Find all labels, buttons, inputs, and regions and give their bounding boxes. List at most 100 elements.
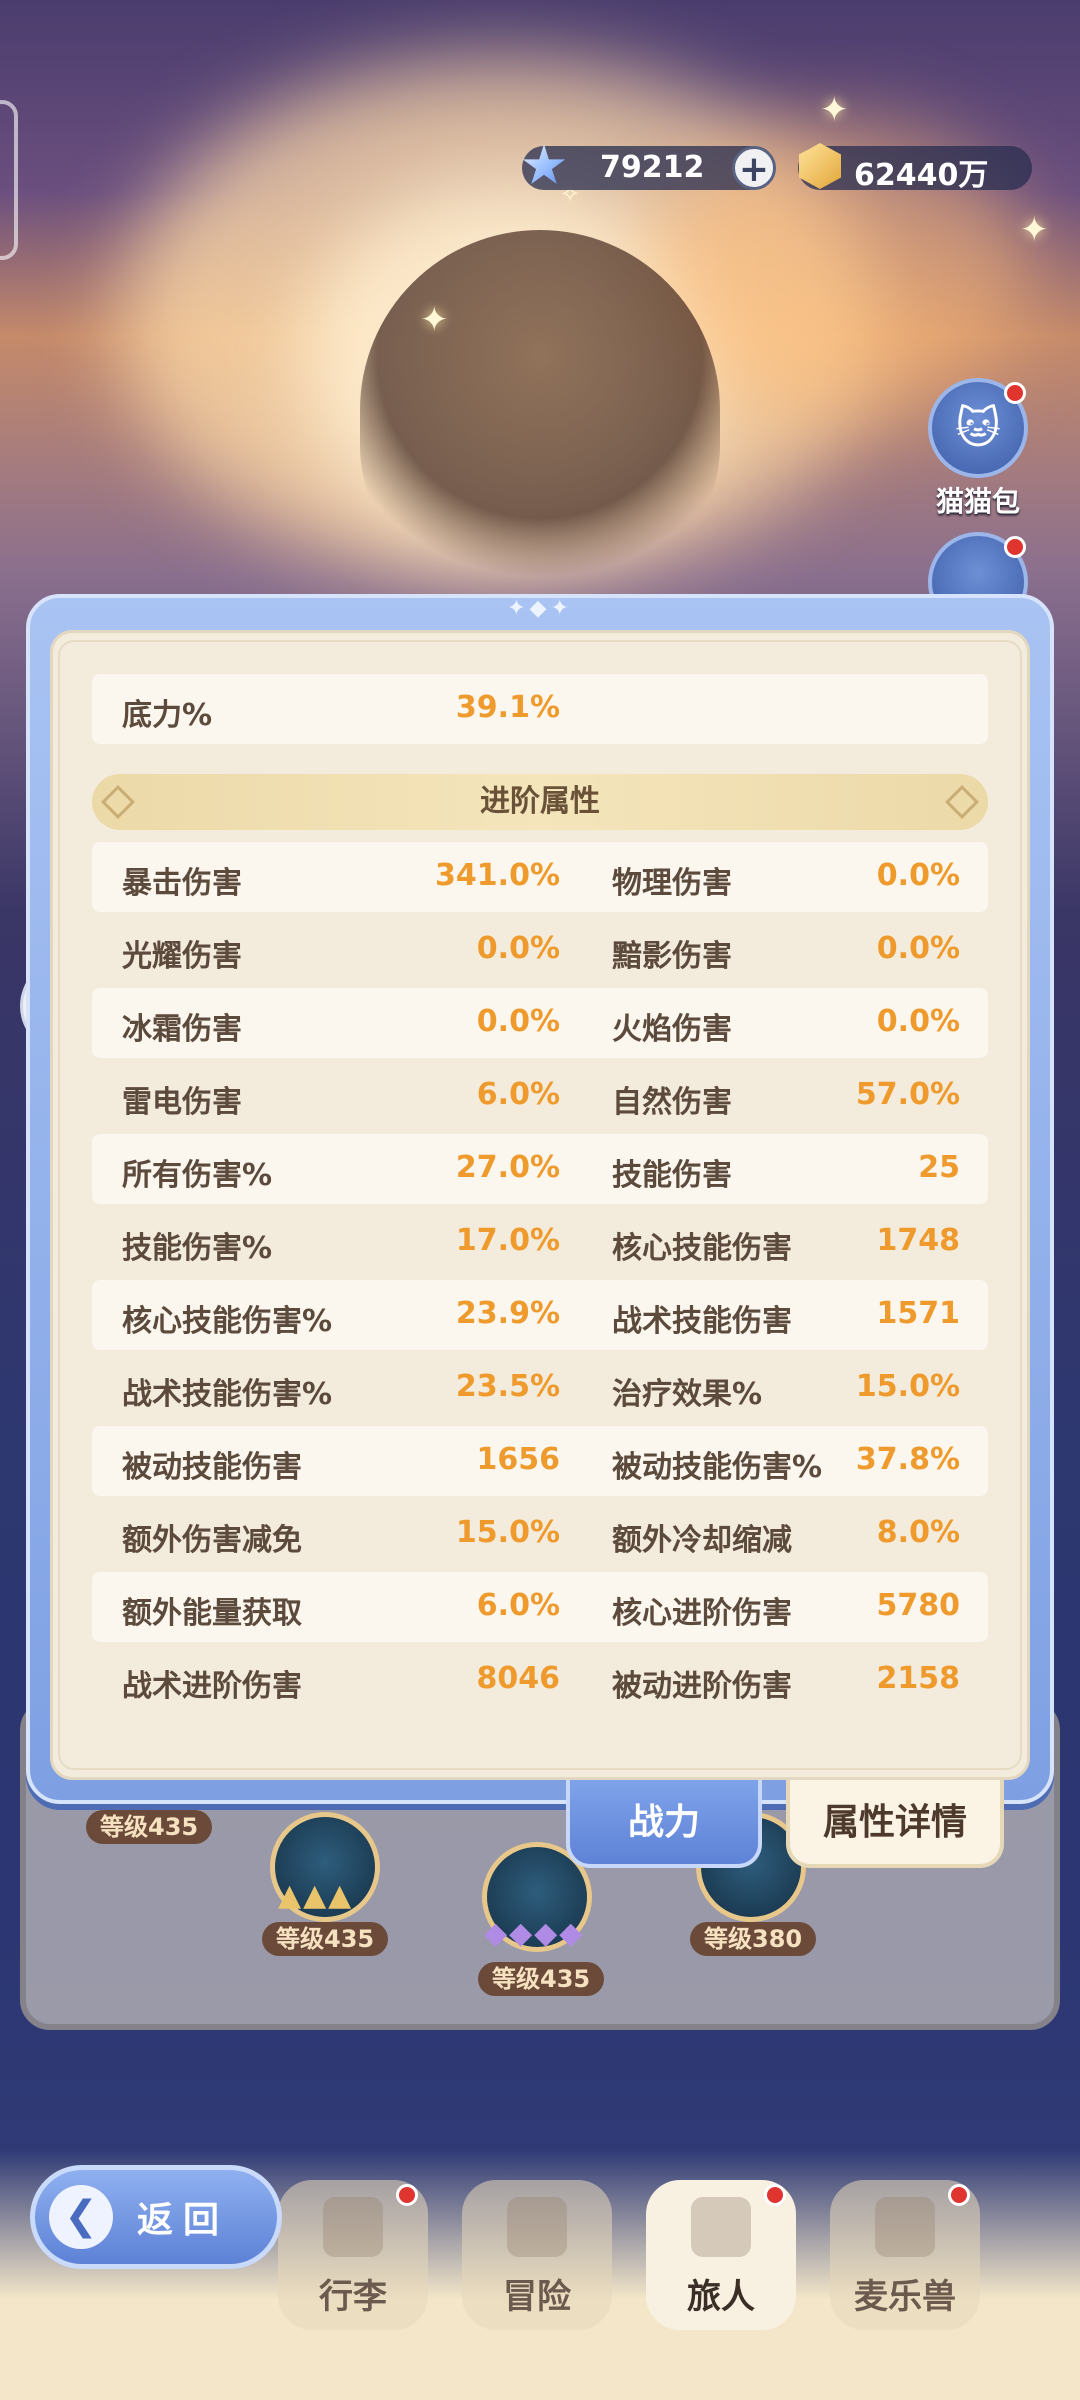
notification-dot: [1004, 382, 1026, 404]
cat-head-icon: [875, 2197, 935, 2257]
notification-dot: [764, 2184, 786, 2206]
star-rating: ◆◆◆◆: [484, 1916, 585, 1951]
stat-value: 6.0%: [476, 1077, 560, 1112]
stat-row: 雷电伤害 6.0% 自然伤害 57.0%: [92, 1061, 988, 1131]
stat-row: 额外能量获取 6.0% 核心进阶伤害 5780: [92, 1572, 988, 1642]
sparkle-icon: ✦: [1020, 210, 1049, 250]
stat-label: 所有伤害%: [122, 1158, 273, 1193]
stat-value: 37.8%: [855, 1442, 960, 1477]
stat-label: 物理伤害: [612, 866, 732, 901]
stat-label: 底力%: [122, 698, 213, 733]
stat-value: 0.0%: [476, 931, 560, 966]
stat-value: 8046: [476, 1661, 561, 1696]
stat-value: 0.0%: [876, 1004, 960, 1039]
stat-value: 0.0%: [876, 931, 960, 966]
stat-row: 被动技能伤害 1656 被动技能伤害% 37.8%: [92, 1426, 988, 1496]
stat-value: 8.0%: [876, 1515, 960, 1550]
tab-attribute-details[interactable]: 属性详情: [786, 1780, 1004, 1868]
diamond-ornament-icon: [945, 785, 979, 819]
notification-dot: [396, 2184, 418, 2206]
nav-item-luggage[interactable]: 行李: [278, 2180, 428, 2330]
back-button[interactable]: ❮ 返回: [30, 2165, 282, 2269]
stat-value: 17.0%: [455, 1223, 560, 1258]
diamond-ornament-icon: [101, 785, 135, 819]
gold-count: 62440万: [854, 158, 989, 193]
stat-label: 雷电伤害: [122, 1085, 242, 1120]
stat-row: 核心技能伤害% 23.9% 战术技能伤害 1571: [92, 1280, 988, 1350]
stat-row-base: 底力% 39.1%: [92, 674, 988, 744]
star-rating: ▲▲▲: [278, 1878, 354, 1913]
gem-currency: 79212 +: [522, 144, 776, 190]
stat-value: 6.0%: [476, 1588, 560, 1623]
stat-value: 341.0%: [435, 858, 560, 893]
stat-label: 黯影伤害: [612, 939, 732, 974]
gold-coin-icon: [792, 138, 848, 194]
stat-label: 技能伤害: [612, 1158, 732, 1193]
stat-value: 1656: [476, 1442, 561, 1477]
section-title: 进阶属性: [480, 784, 600, 819]
character-head-icon: [691, 2197, 751, 2257]
stat-label: 自然伤害: [612, 1085, 732, 1120]
stat-label: 暴击伤害: [122, 866, 242, 901]
notification-dot: [948, 2184, 970, 2206]
stat-row: 暴击伤害 341.0% 物理伤害 0.0%: [92, 842, 988, 912]
stat-label: 被动技能伤害: [122, 1450, 302, 1485]
cat-bag-button[interactable]: 🐱 猫猫包: [918, 378, 1038, 520]
nav-label: 旅人: [687, 2277, 755, 2317]
stat-value: 15.0%: [855, 1369, 960, 1404]
chest-icon: [323, 2197, 383, 2257]
cat-icon: 🐱: [928, 378, 1028, 478]
stat-row: 所有伤害% 27.0% 技能伤害 25: [92, 1134, 988, 1204]
stat-value: 1748: [876, 1223, 961, 1258]
add-gems-button[interactable]: +: [732, 146, 776, 190]
stat-value: 15.0%: [455, 1515, 560, 1550]
nav-label: 麦乐兽: [854, 2277, 956, 2317]
cat-bag-label: 猫猫包: [935, 485, 1020, 518]
stat-label: 治疗效果%: [612, 1377, 763, 1412]
nav-item-adventure[interactable]: 冒险: [462, 2180, 612, 2330]
nav-item-pets[interactable]: 麦乐兽: [830, 2180, 980, 2330]
stat-label: 冰霜伤害: [122, 1012, 242, 1047]
level-tag: 等级435: [262, 1922, 389, 1956]
stat-row: 战术技能伤害% 23.5% 治疗效果% 15.0%: [92, 1353, 988, 1423]
stat-label: 额外能量获取: [122, 1596, 302, 1631]
section-header-advanced: 进阶属性: [92, 774, 988, 830]
stat-label: 额外伤害减免: [122, 1523, 302, 1558]
stat-row: 战术进阶伤害 8046 被动进阶伤害 2158: [92, 1645, 988, 1715]
notification-dot: [1004, 536, 1026, 558]
side-panel-edge: [0, 100, 18, 260]
nav-label: 行李: [319, 2277, 387, 2317]
tab-power[interactable]: 战力: [566, 1780, 762, 1868]
gem-count: 79212: [600, 150, 705, 185]
stat-label: 战术进阶伤害: [122, 1669, 302, 1704]
stat-label: 火焰伤害: [612, 1012, 732, 1047]
stat-value: 1571: [876, 1296, 961, 1331]
stat-row: 额外伤害减免 15.0% 额外冷却缩减 8.0%: [92, 1499, 988, 1569]
sparkle-icon: ✦: [420, 300, 449, 340]
stat-value: 25: [918, 1150, 960, 1185]
nav-item-traveler[interactable]: 旅人: [646, 2180, 796, 2330]
stat-value: 27.0%: [455, 1150, 560, 1185]
nav-label: 冒险: [503, 2277, 571, 2317]
stat-value: 0.0%: [476, 1004, 560, 1039]
level-tag: 等级380: [690, 1922, 817, 1956]
crossed-swords-icon: [507, 2197, 567, 2257]
stat-row: 光耀伤害 0.0% 黯影伤害 0.0%: [92, 915, 988, 985]
stat-value: 2158: [876, 1661, 961, 1696]
sparkle-ornament-icon: ✦◆✦: [507, 596, 573, 621]
stat-row: 技能伤害% 17.0% 核心技能伤害 1748: [92, 1207, 988, 1277]
level-tag: 等级435: [86, 1810, 213, 1844]
stat-row: 冰霜伤害 0.0% 火焰伤害 0.0%: [92, 988, 988, 1058]
level-tag: 等级435: [478, 1962, 605, 1996]
stat-label: 技能伤害%: [122, 1231, 273, 1266]
stat-label: 光耀伤害: [122, 939, 242, 974]
stat-value: 23.9%: [455, 1296, 560, 1331]
stat-value: 23.5%: [455, 1369, 560, 1404]
stat-value: 39.1%: [455, 690, 560, 725]
star-gem-icon: [516, 138, 572, 194]
character-silhouette: [360, 230, 720, 590]
back-label: 返回: [137, 2200, 230, 2241]
stat-value: 57.0%: [855, 1077, 960, 1112]
stat-value: 0.0%: [876, 858, 960, 893]
sparkle-icon: ✦: [820, 90, 849, 130]
